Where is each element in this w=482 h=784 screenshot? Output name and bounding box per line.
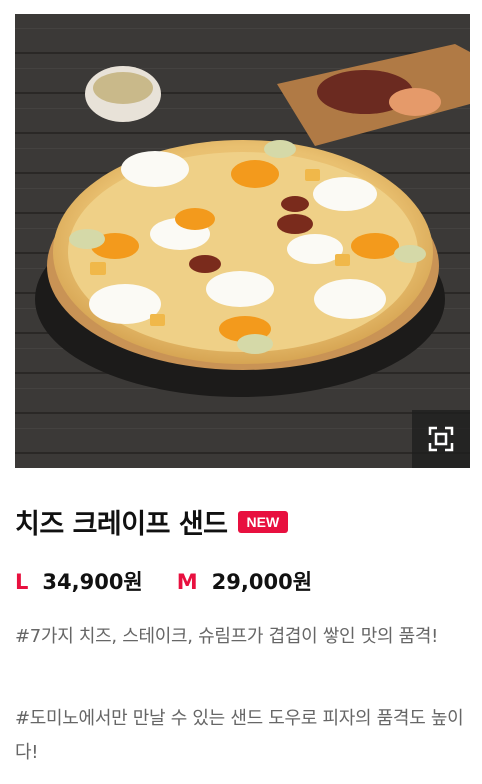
expand-icon — [428, 426, 454, 452]
product-title: 치즈 크레이프 샌드 — [15, 509, 228, 540]
pizza-photo — [15, 14, 470, 468]
product-description-2: #도미노에서만 만날 수 있는 샌드 도우로 피자의 품격도 높이다! — [15, 708, 464, 763]
price-row: L 34,900원 M 29,000원 — [15, 566, 312, 596]
size-label-l: L — [15, 570, 29, 594]
product-title-row: 치즈 크레이프 샌드 NEW — [15, 502, 289, 541]
price-m: 29,000원 — [211, 570, 313, 594]
product-image — [15, 14, 470, 468]
product-description-1: #7가지 치즈, 스테이크, 슈림프가 겹겹이 쌓인 맛의 품격! — [15, 626, 439, 647]
new-badge: NEW — [237, 510, 289, 533]
zoom-button[interactable] — [412, 410, 470, 468]
price-l: 34,900원 — [42, 570, 143, 594]
size-label-m: M — [176, 570, 198, 594]
